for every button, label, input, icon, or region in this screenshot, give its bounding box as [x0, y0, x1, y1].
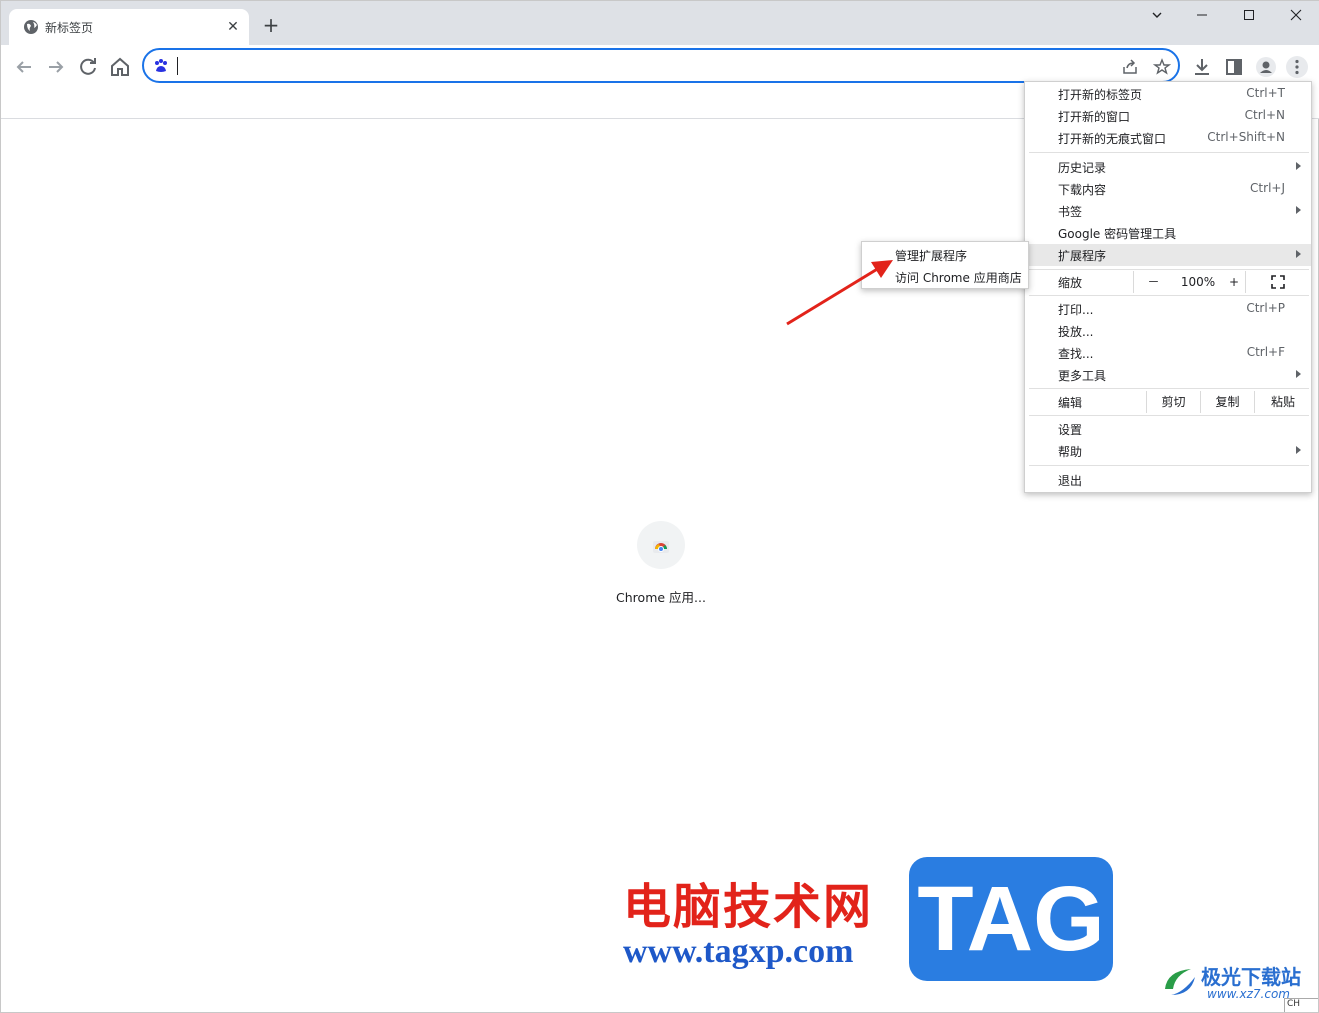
cut-button[interactable]: 剪切 — [1146, 391, 1200, 413]
menu-label: 书签 — [1058, 205, 1083, 219]
tab-new-tab[interactable]: 新标签页 ✕ — [9, 9, 249, 45]
chrome-web-store-shortcut[interactable]: Chrome 应用... — [601, 521, 721, 606]
fullscreen-icon — [1271, 275, 1285, 289]
tab-strip: 新标签页 ✕ + — [1, 1, 1319, 45]
menu-label: 帮助 — [1058, 445, 1083, 459]
menu-item-downloads[interactable]: 下载内容 Ctrl+J — [1025, 178, 1311, 200]
menu-item-cast[interactable]: 投放... — [1025, 320, 1311, 342]
menu-shortcut: Ctrl+Shift+N — [1207, 130, 1285, 144]
menu-item-new-window[interactable]: 打开新的窗口 Ctrl+N — [1025, 105, 1311, 127]
menu-label: 打开新的窗口 — [1058, 110, 1131, 124]
menu-item-bookmarks[interactable]: 书签 — [1025, 200, 1311, 222]
jiguang-swirl-icon — [1165, 969, 1195, 995]
menu-item-passwords[interactable]: Google 密码管理工具 — [1025, 222, 1311, 244]
jiguang-name: 极光下载站 — [1201, 965, 1301, 989]
submenu-arrow-icon — [1296, 206, 1301, 214]
edit-label: 编辑 — [1058, 396, 1083, 410]
menu-row-zoom: 缩放 － 100% + — [1025, 271, 1311, 293]
menu-shortcut: Ctrl+P — [1246, 301, 1285, 315]
submenu-item-web-store[interactable]: 访问 Chrome 应用商店 — [895, 269, 1022, 286]
globe-icon — [24, 20, 38, 34]
menu-item-incognito[interactable]: 打开新的无痕式窗口 Ctrl+Shift+N — [1025, 127, 1311, 149]
submenu-arrow-icon — [1296, 250, 1301, 258]
menu-item-settings[interactable]: 设置 — [1025, 418, 1311, 440]
tab-close-icon[interactable]: ✕ — [225, 19, 241, 35]
watermark-site-url: www.tagxp.com — [623, 933, 854, 970]
minimize-icon[interactable] — [1188, 5, 1216, 29]
menu-shortcut: Ctrl+T — [1246, 86, 1285, 100]
menu-row-edit: 编辑 剪切 复制 粘贴 — [1025, 391, 1311, 413]
side-panel-icon[interactable] — [1222, 55, 1246, 79]
menu-item-print[interactable]: 打印... Ctrl+P — [1025, 298, 1311, 320]
share-icon[interactable] — [1121, 58, 1139, 76]
zoom-value: 100% — [1180, 275, 1216, 289]
reload-icon[interactable] — [76, 55, 100, 79]
bookmark-star-icon[interactable] — [1153, 58, 1171, 76]
menu-item-help[interactable]: 帮助 — [1025, 440, 1311, 462]
menu-separator — [1029, 269, 1309, 270]
zoom-label: 缩放 — [1058, 276, 1083, 290]
text-cursor — [177, 57, 178, 75]
menu-label: 退出 — [1058, 474, 1083, 488]
submenu-arrow-icon — [1296, 446, 1301, 454]
menu-label: 历史记录 — [1058, 161, 1107, 175]
back-arrow-icon[interactable] — [12, 55, 36, 79]
submenu-item-manage-extensions[interactable]: 管理扩展程序 — [895, 247, 967, 264]
copy-button[interactable]: 复制 — [1200, 391, 1254, 413]
shortcut-tile — [637, 521, 685, 569]
menu-label: 查找... — [1058, 347, 1094, 361]
menu-separator — [1029, 415, 1309, 416]
shortcut-label: Chrome 应用... — [616, 590, 706, 605]
menu-separator — [1029, 465, 1309, 466]
zoom-in-button[interactable]: + — [1223, 271, 1245, 293]
menu-item-more-tools[interactable]: 更多工具 — [1025, 364, 1311, 386]
menu-shortcut: Ctrl+F — [1246, 345, 1285, 359]
baidu-paw-icon — [155, 59, 167, 72]
menu-label: 扩展程序 — [1058, 249, 1107, 263]
ime-indicator: CH — [1284, 998, 1318, 1012]
menu-label: Google 密码管理工具 — [1058, 227, 1177, 241]
browser-window: 新标签页 ✕ + Chrome 应用... 打开新的标签页 Ctrl+T 打开新… — [0, 0, 1319, 1013]
chrome-main-menu: 打开新的标签页 Ctrl+T 打开新的窗口 Ctrl+N 打开新的无痕式窗口 C… — [1024, 81, 1312, 493]
menu-label: 更多工具 — [1058, 369, 1107, 383]
profile-avatar-icon[interactable] — [1254, 55, 1278, 79]
menu-item-exit[interactable]: 退出 — [1025, 469, 1311, 491]
fullscreen-button[interactable] — [1245, 271, 1311, 293]
menu-item-find[interactable]: 查找... Ctrl+F — [1025, 342, 1311, 364]
menu-label: 打开新的无痕式窗口 — [1058, 132, 1167, 146]
watermark-site-name: 电脑技术网 — [623, 879, 874, 935]
menu-label: 打开新的标签页 — [1058, 88, 1143, 102]
watermark-tag-logo: TAG — [909, 857, 1113, 981]
menu-item-extensions[interactable]: 扩展程序 — [1025, 244, 1311, 266]
submenu-arrow-icon — [1296, 162, 1301, 170]
menu-separator — [1029, 295, 1309, 296]
forward-arrow-icon[interactable] — [44, 55, 68, 79]
home-icon[interactable] — [108, 55, 132, 79]
tab-title: 新标签页 — [45, 21, 94, 35]
download-icon[interactable] — [1190, 55, 1214, 79]
address-bar[interactable] — [142, 48, 1180, 83]
menu-item-history[interactable]: 历史记录 — [1025, 156, 1311, 178]
paste-button[interactable]: 粘贴 — [1254, 391, 1311, 413]
more-menu-icon[interactable] — [1285, 55, 1309, 79]
menu-label: 打印... — [1058, 303, 1094, 317]
new-tab-button[interactable]: + — [261, 15, 281, 35]
chrome-store-icon — [653, 541, 669, 553]
menu-shortcut: Ctrl+N — [1244, 108, 1285, 122]
menu-item-new-tab[interactable]: 打开新的标签页 Ctrl+T — [1025, 83, 1311, 105]
window-close-icon[interactable] — [1282, 5, 1310, 29]
zoom-out-button[interactable]: － — [1133, 271, 1173, 293]
tab-search-dropdown-icon[interactable] — [1143, 5, 1171, 29]
maximize-icon[interactable] — [1235, 5, 1263, 29]
menu-shortcut: Ctrl+J — [1250, 181, 1285, 195]
submenu-arrow-icon — [1296, 370, 1301, 378]
annotation-arrow-icon — [786, 260, 893, 326]
jiguang-url: www.xz7.com — [1207, 987, 1290, 1001]
menu-label: 下载内容 — [1058, 183, 1107, 197]
menu-label: 投放... — [1058, 325, 1094, 339]
menu-separator — [1029, 388, 1309, 389]
menu-separator — [1029, 152, 1309, 153]
menu-label: 设置 — [1058, 423, 1083, 437]
